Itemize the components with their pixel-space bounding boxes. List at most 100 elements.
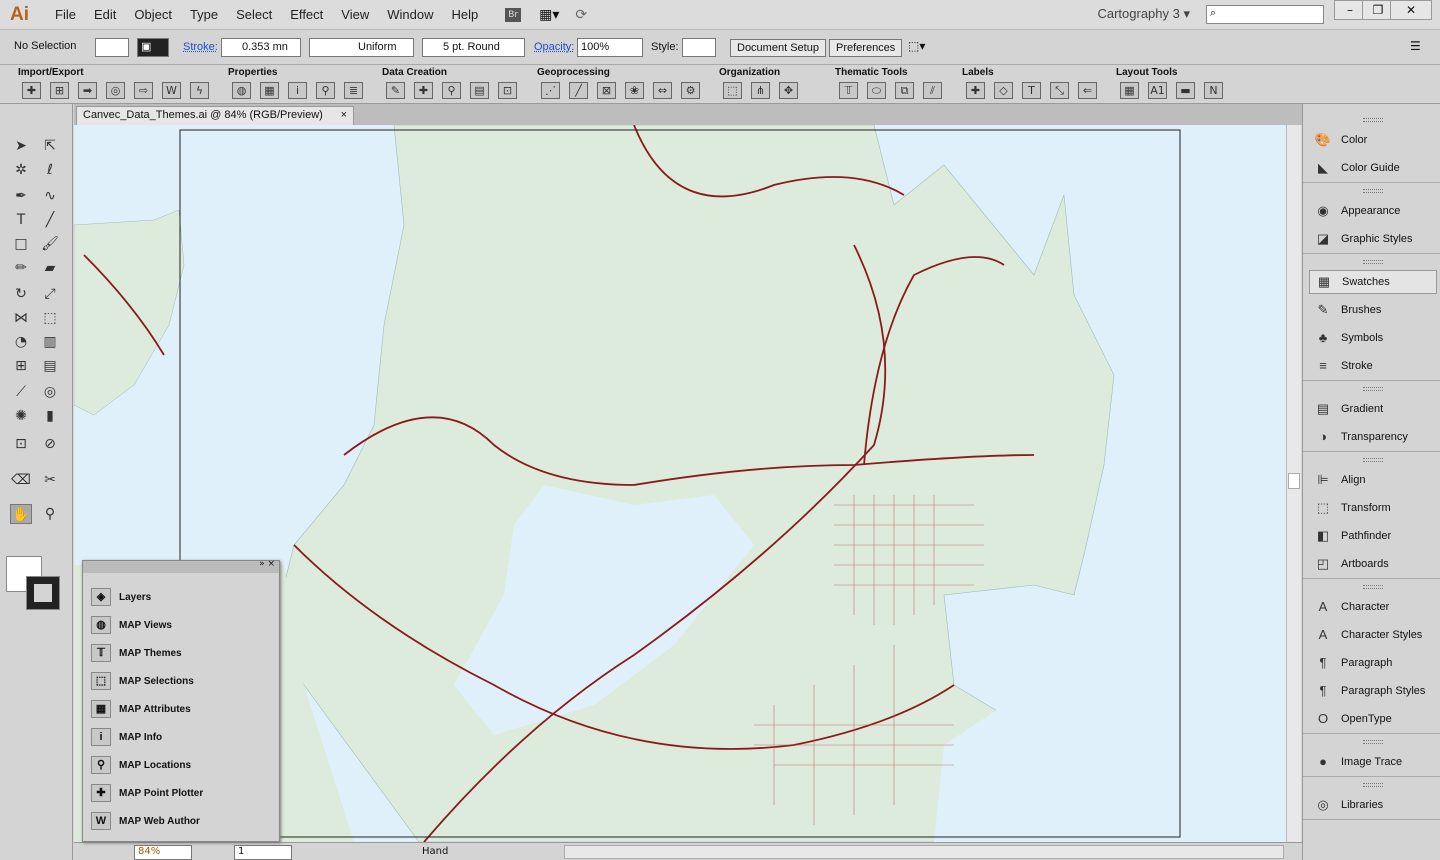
- pen-tool-icon[interactable]: ✒: [10, 186, 32, 206]
- map-panel-item[interactable]: ▦ MAP Attributes: [91, 697, 191, 721]
- settings-icon[interactable]: ⚙: [681, 82, 700, 99]
- mesh-tool-icon[interactable]: ⊞: [10, 356, 32, 376]
- panel-libraries[interactable]: ◎ Libraries: [1309, 793, 1437, 817]
- web-author-icon[interactable]: W: [162, 82, 181, 99]
- panel-transparency[interactable]: ◑ Transparency: [1309, 425, 1437, 449]
- document-tab[interactable]: Canvec_Data_Themes.ai @ 84% (RGB/Preview…: [76, 106, 354, 125]
- panel-group-grip[interactable]: [1363, 783, 1383, 787]
- scale-bar-icon[interactable]: ▬: [1176, 82, 1195, 99]
- split-icon[interactable]: ⋔: [751, 82, 770, 99]
- map-panel-item[interactable]: ✚ MAP Point Plotter: [91, 781, 203, 805]
- panel-group-grip[interactable]: [1363, 118, 1383, 122]
- map-panel-item[interactable]: ⬚ MAP Selections: [91, 669, 194, 693]
- panel-group-grip[interactable]: [1363, 740, 1383, 744]
- vertical-scrollbar[interactable]: [1286, 125, 1301, 842]
- panel-image-trace[interactable]: ● Image Trace: [1309, 750, 1437, 774]
- table-icon[interactable]: ▦: [260, 82, 279, 99]
- panel-color[interactable]: 🎨 Color: [1309, 128, 1437, 152]
- arrange-documents-icon[interactable]: ▦▾: [539, 7, 559, 23]
- stroke-color-box[interactable]: [26, 576, 60, 610]
- chart-tool-icon[interactable]: ▥: [39, 332, 61, 352]
- simplify-icon[interactable]: ⋰: [541, 82, 560, 99]
- opacity-label[interactable]: Opacity:: [534, 41, 574, 53]
- graphic-style-picker[interactable]: [682, 38, 716, 57]
- panel-group-grip[interactable]: [1363, 585, 1383, 589]
- panel-group-grip[interactable]: [1363, 458, 1383, 462]
- map-panel-item[interactable]: 𝕋 MAP Themes: [91, 641, 182, 665]
- scissors-icon[interactable]: ✂: [39, 470, 61, 490]
- workspace-switcher[interactable]: Cartography 3 ▾: [1097, 6, 1190, 22]
- gpu-icon[interactable]: ⟳: [575, 7, 587, 23]
- calculator-icon[interactable]: ▤: [470, 82, 489, 99]
- zoom-input[interactable]: 84%: [134, 845, 192, 860]
- current-tool-status[interactable]: Hand: [422, 846, 448, 857]
- blend-tool-icon[interactable]: ◎: [39, 382, 61, 402]
- text-arrow-icon[interactable]: ⇐: [1078, 82, 1097, 99]
- line-icon[interactable]: ╱: [569, 82, 588, 99]
- paintbrush-icon[interactable]: 🖌: [39, 234, 61, 254]
- stroke-label[interactable]: Stroke:: [183, 41, 218, 53]
- bridge-button[interactable]: Br: [505, 7, 522, 22]
- point-plotter-icon[interactable]: ✚: [414, 82, 433, 99]
- selection-icon[interactable]: ⬚: [723, 82, 742, 99]
- menu-edit[interactable]: Edit: [85, 7, 125, 22]
- lightning-icon[interactable]: ϟ: [190, 82, 209, 99]
- fill-swatch[interactable]: [95, 38, 129, 57]
- map-panel-item[interactable]: ◈ Layers: [91, 585, 151, 609]
- column-graph-icon[interactable]: ▮: [39, 406, 61, 426]
- menu-file[interactable]: File: [46, 7, 85, 22]
- horizontal-scrollbar[interactable]: [564, 845, 1284, 859]
- rectangle-tool-icon[interactable]: □: [10, 234, 32, 254]
- opacity-input[interactable]: 100%: [577, 38, 643, 57]
- info-icon[interactable]: i: [288, 82, 307, 99]
- stroke-swatch[interactable]: ▣: [137, 38, 169, 57]
- ellipse-icon[interactable]: ⬭: [867, 82, 886, 99]
- grid-layout-icon[interactable]: ▦: [1120, 82, 1139, 99]
- panel-opentype[interactable]: O OpenType: [1309, 707, 1437, 731]
- lasso-icon[interactable]: ℓ: [39, 160, 61, 180]
- panel-artboards[interactable]: ◰ Artboards: [1309, 552, 1437, 576]
- panel-appearance[interactable]: ◉ Appearance: [1309, 199, 1437, 223]
- scale-tool-icon[interactable]: ⤢: [39, 284, 61, 304]
- panel-symbols[interactable]: ♣ Symbols: [1309, 326, 1437, 350]
- eraser-icon[interactable]: ▰: [39, 258, 61, 278]
- menu-view[interactable]: View: [332, 7, 378, 22]
- globe-icon[interactable]: ◍: [232, 82, 251, 99]
- map-panel-item[interactable]: ⚲ MAP Locations: [91, 753, 191, 777]
- locations-icon[interactable]: ⚲: [316, 82, 335, 99]
- type-tool-icon[interactable]: T: [10, 210, 32, 230]
- export-icon[interactable]: ➡: [78, 82, 97, 99]
- add-layers-icon[interactable]: ⊞: [50, 82, 69, 99]
- panel-transform[interactable]: ⬚ Transform: [1309, 496, 1437, 520]
- export-file-icon[interactable]: ⇨: [134, 82, 153, 99]
- tag-icon[interactable]: ◇: [994, 82, 1013, 99]
- zoom-tool-icon[interactable]: ⚲: [39, 504, 61, 524]
- panel-group-grip[interactable]: [1363, 260, 1383, 264]
- pencil-icon[interactable]: ✏: [10, 258, 32, 278]
- add-label-icon[interactable]: ✚: [966, 82, 985, 99]
- map-panel-item[interactable]: i MAP Info: [91, 725, 162, 749]
- search-input[interactable]: ⌕: [1206, 5, 1324, 24]
- line-tool-icon[interactable]: ╱: [39, 210, 61, 230]
- panel-pathfinder[interactable]: ◧ Pathfinder: [1309, 524, 1437, 548]
- merge-icon[interactable]: ❀: [625, 82, 644, 99]
- eyedropper-icon[interactable]: ⟋: [10, 382, 32, 402]
- panel-color-guide[interactable]: ◣ Color Guide: [1309, 156, 1437, 180]
- resize-icon[interactable]: ⇔: [653, 82, 672, 99]
- map-panel-item[interactable]: W MAP Web Author: [91, 809, 200, 833]
- stroke-weight-input[interactable]: 0.353 mn: [221, 38, 301, 57]
- close-button[interactable]: ✕: [1390, 0, 1432, 20]
- panel-character[interactable]: A Character: [1309, 595, 1437, 619]
- width-tool-icon[interactable]: ⋈: [10, 308, 32, 328]
- gradient-tool-icon[interactable]: ▤: [39, 356, 61, 376]
- a1-index-icon[interactable]: A1: [1148, 82, 1167, 99]
- panel-gradient[interactable]: ▤ Gradient: [1309, 397, 1437, 421]
- hand-tool-icon[interactable]: ✋: [10, 504, 32, 524]
- brush-definition[interactable]: 5 pt. Round: [422, 38, 525, 57]
- slash-icon[interactable]: ⫽: [923, 82, 942, 99]
- place-pin-icon[interactable]: ⚲: [442, 82, 461, 99]
- panel-swatches[interactable]: ▦ Swatches: [1309, 270, 1437, 294]
- close-panel-icon[interactable]: » ×: [259, 559, 275, 569]
- menu-help[interactable]: Help: [442, 7, 487, 22]
- shape-builder-icon[interactable]: ◔: [10, 332, 32, 352]
